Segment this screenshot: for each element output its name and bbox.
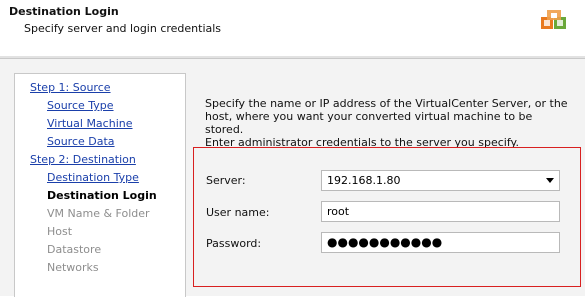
- step-vm-name-folder: VM Name & Folder: [47, 207, 150, 220]
- password-field[interactable]: ●●●●●●●●●●●: [321, 232, 560, 253]
- step-host: Host: [47, 225, 73, 238]
- vmware-converter-icon: [541, 10, 566, 29]
- instructions-line: host, where you want your converted virt…: [205, 110, 533, 136]
- server-combobox[interactable]: 192.168.1.80: [321, 170, 560, 191]
- step-source[interactable]: Step 1: Source: [30, 81, 111, 94]
- chevron-down-icon[interactable]: [546, 178, 554, 183]
- step-destination[interactable]: Step 2: Destination: [30, 153, 136, 166]
- wizard-header: Destination Login Specify server and log…: [0, 0, 585, 56]
- password-value: ●●●●●●●●●●●: [327, 235, 443, 249]
- step-networks: Networks: [47, 261, 99, 274]
- credentials-form: Server: 192.168.1.80 User name: root Pas…: [193, 147, 581, 287]
- step-destination-type[interactable]: Destination Type: [47, 171, 139, 184]
- step-source-data[interactable]: Source Data: [47, 135, 115, 148]
- step-virtual-machine[interactable]: Virtual Machine: [47, 117, 133, 130]
- password-label: Password:: [206, 237, 262, 250]
- step-source-type[interactable]: Source Type: [47, 99, 114, 112]
- username-field[interactable]: root: [321, 201, 560, 222]
- step-destination-login: Destination Login: [47, 189, 157, 202]
- page-subtitle: Specify server and login credentials: [24, 22, 222, 35]
- server-value: 192.168.1.80: [327, 174, 401, 187]
- step-datastore: Datastore: [47, 243, 102, 256]
- server-label: Server:: [206, 174, 246, 187]
- instructions-line: Specify the name or IP address of the Vi…: [205, 97, 568, 110]
- instructions-text: Specify the name or IP address of the Vi…: [205, 97, 570, 149]
- page-title: Destination Login: [9, 5, 119, 18]
- wizard-steps-sidebar: Step 1: Source Source Type Virtual Machi…: [14, 73, 186, 297]
- username-label: User name:: [206, 206, 270, 219]
- username-value: root: [327, 205, 350, 218]
